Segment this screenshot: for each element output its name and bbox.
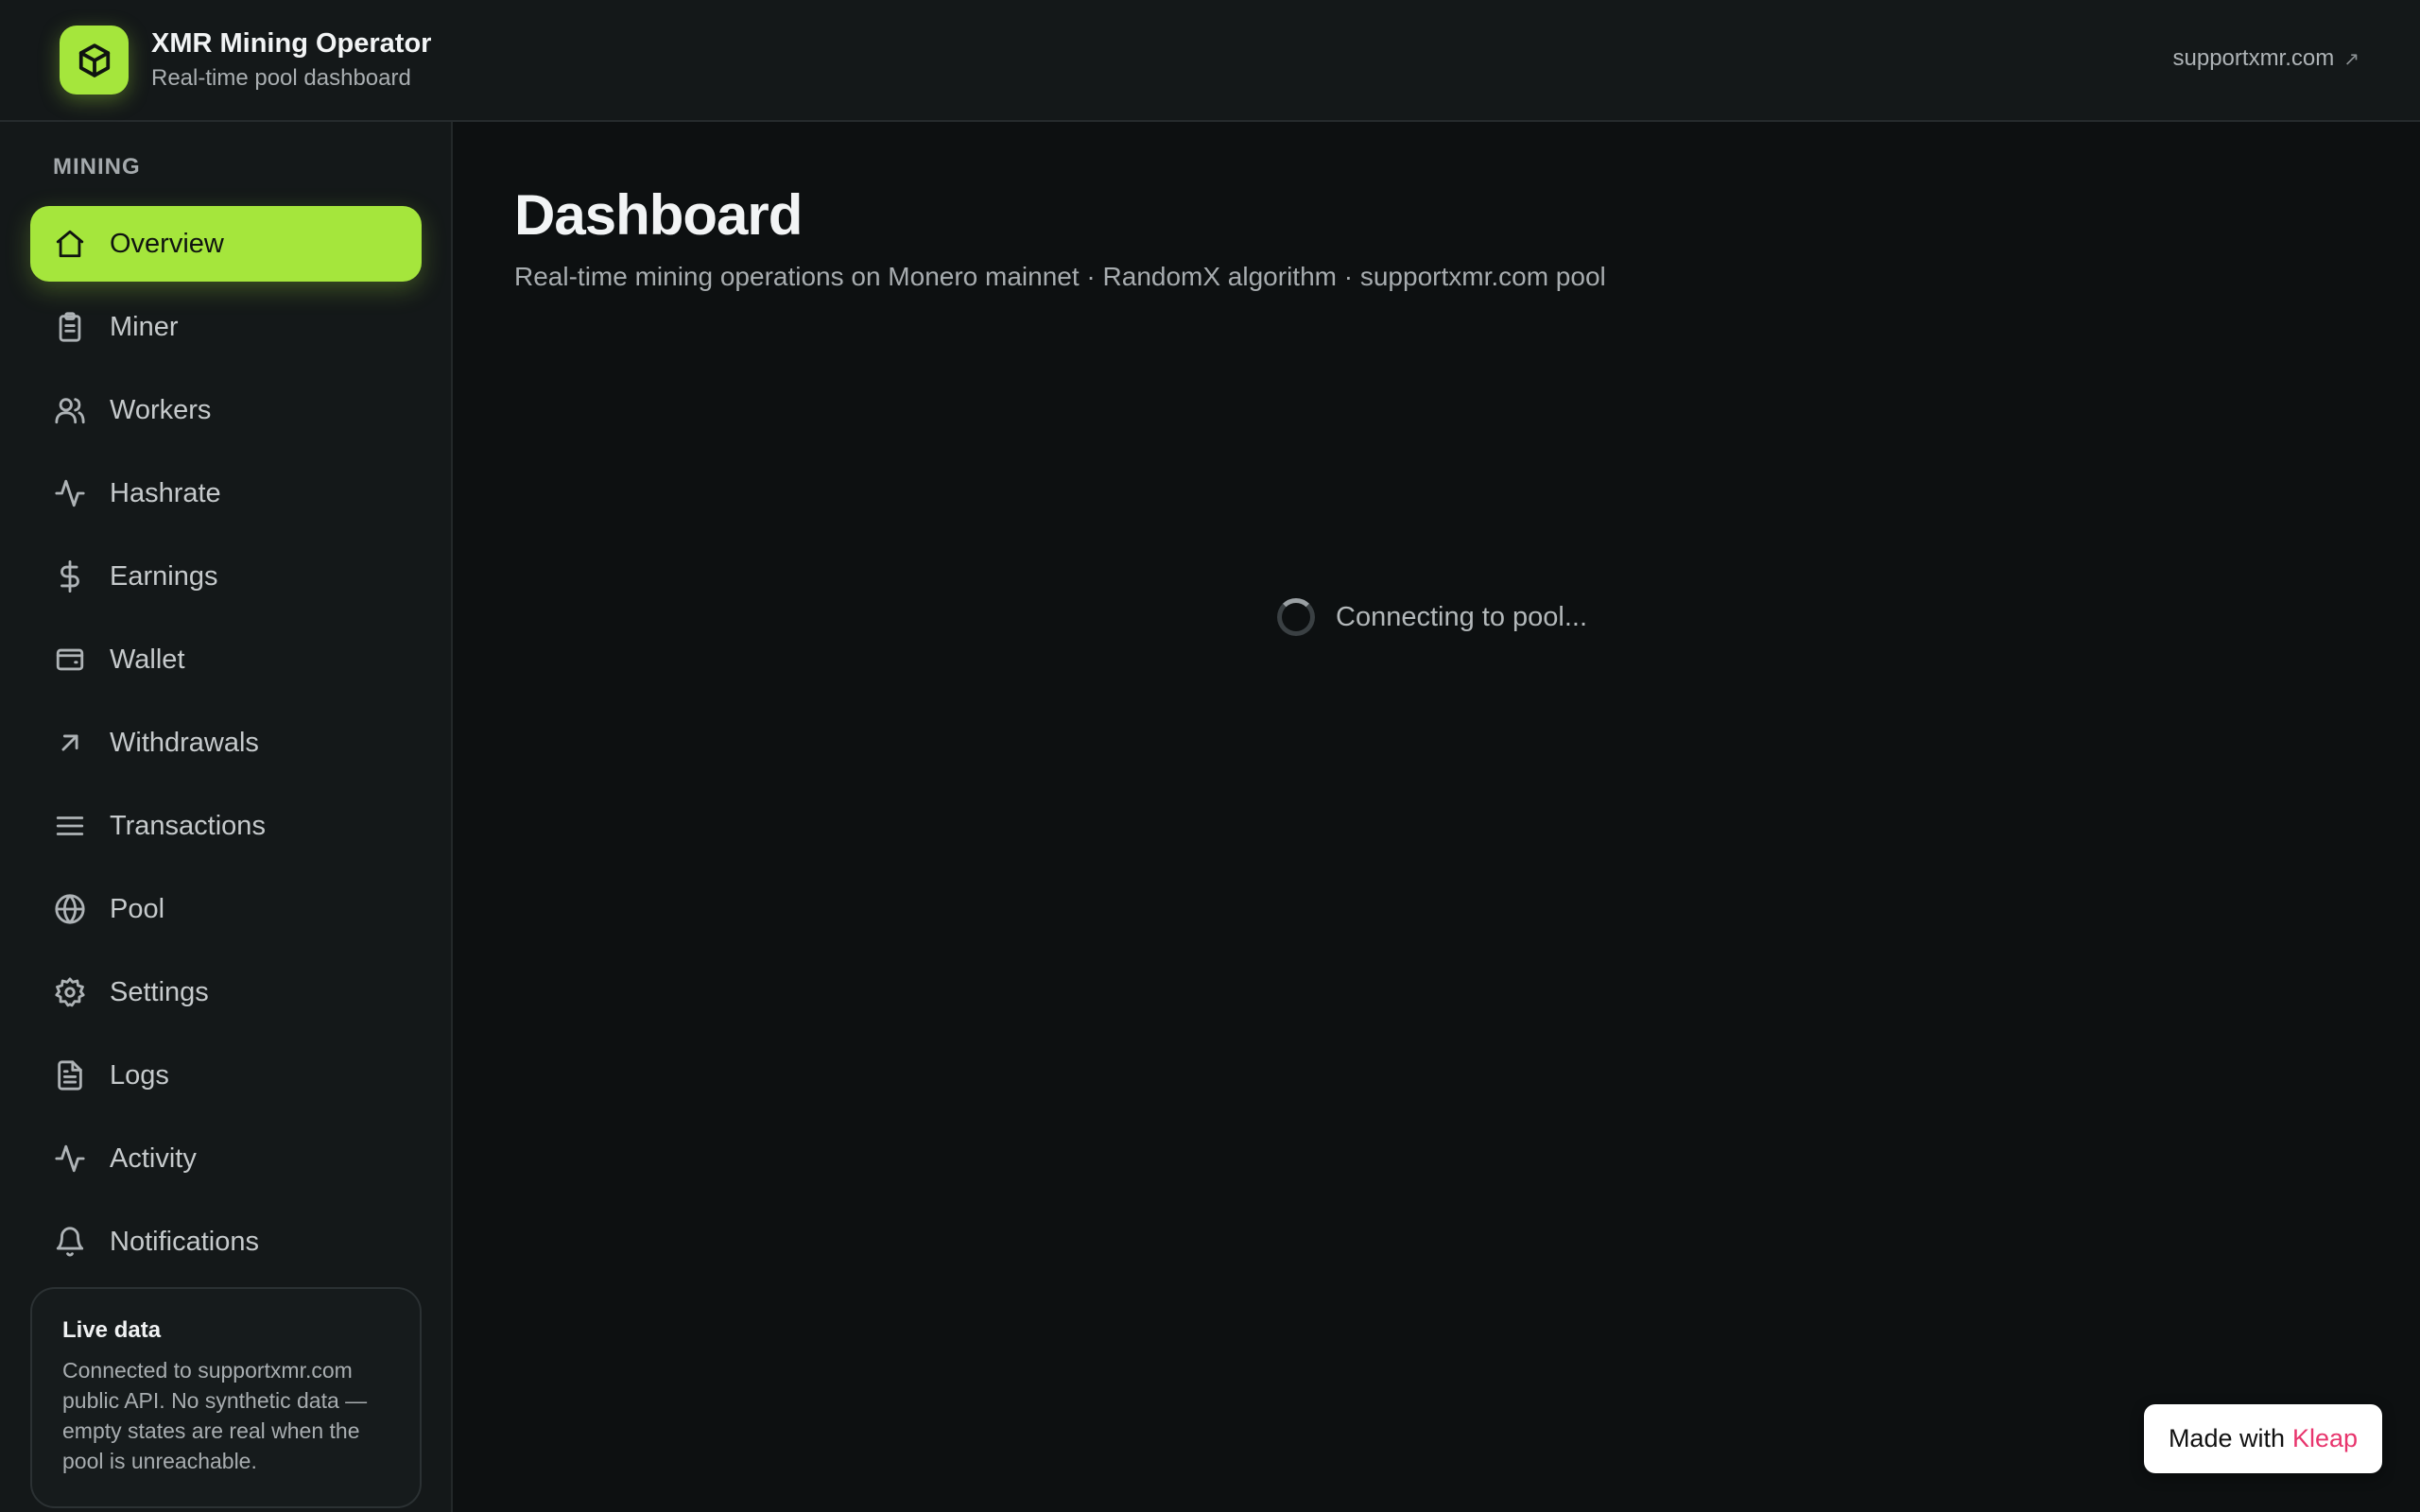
sidebar-item-pool[interactable]: Pool: [30, 871, 422, 947]
sidebar-item-activity[interactable]: Activity: [30, 1121, 422, 1196]
sidebar-item-logs[interactable]: Logs: [30, 1038, 422, 1113]
sidebar-item-overview[interactable]: Overview: [30, 206, 422, 282]
sidebar-item-earnings[interactable]: Earnings: [30, 539, 422, 614]
sidebar: MINING Overview Miner Workers Hashrate E…: [0, 122, 453, 1512]
loading-indicator: Connecting to pool...: [1277, 598, 1587, 636]
activity-icon: [53, 1142, 87, 1176]
sidebar-item-label: Transactions: [110, 810, 266, 841]
sidebar-item-label: Wallet: [110, 644, 185, 675]
wallet-icon: [53, 643, 87, 677]
activity-icon: [53, 476, 87, 510]
sidebar-item-hashrate[interactable]: Hashrate: [30, 455, 422, 531]
home-icon: [53, 227, 87, 261]
top-header: XMR Mining Operator Real-time pool dashb…: [0, 0, 2420, 122]
sidebar-item-label: Settings: [110, 976, 209, 1007]
sidebar-item-transactions[interactable]: Transactions: [30, 788, 422, 864]
cube-icon: [78, 43, 110, 77]
app-title: XMR Mining Operator: [151, 28, 432, 59]
sidebar-item-label: Hashrate: [110, 477, 221, 508]
made-with-kleap-badge[interactable]: Made with Kleap: [2144, 1404, 2382, 1473]
sidebar-nav: Overview Miner Workers Hashrate Earnings: [30, 206, 422, 1287]
users-icon: [53, 393, 87, 427]
live-data-card: Live data Connected to supportxmr.com pu…: [30, 1287, 422, 1508]
loading-text: Connecting to pool...: [1336, 601, 1588, 632]
sidebar-item-label: Logs: [110, 1059, 169, 1091]
bell-icon: [53, 1225, 87, 1259]
sidebar-item-label: Notifications: [110, 1226, 259, 1257]
sidebar-item-settings[interactable]: Settings: [30, 954, 422, 1030]
list-icon: [53, 809, 87, 843]
sidebar-item-label: Activity: [110, 1143, 197, 1174]
sidebar-item-label: Earnings: [110, 560, 218, 592]
sidebar-item-label: Pool: [110, 893, 165, 924]
sidebar-item-notifications[interactable]: Notifications: [30, 1204, 422, 1280]
spinner-icon: [1277, 598, 1315, 636]
pool-link-label: supportxmr.com: [2172, 45, 2335, 71]
live-data-title: Live data: [62, 1317, 162, 1343]
external-link-icon: ↗: [2343, 48, 2360, 70]
badge-brand: Kleap: [2292, 1424, 2359, 1452]
live-data-description: Connected to supportxmr.com public API. …: [62, 1358, 368, 1473]
file-text-icon: [53, 1058, 87, 1092]
clipboard-icon: [53, 310, 87, 344]
app-subtitle: Real-time pool dashboard: [151, 65, 411, 91]
sidebar-item-miner[interactable]: Miner: [30, 289, 422, 365]
sidebar-item-label: Miner: [110, 311, 179, 342]
sidebar-item-label: Workers: [110, 394, 212, 425]
globe-icon: [53, 892, 87, 926]
sidebar-section-label: MINING: [53, 154, 141, 180]
sidebar-item-withdrawals[interactable]: Withdrawals: [30, 705, 422, 781]
sidebar-item-wallet[interactable]: Wallet: [30, 622, 422, 697]
badge-prefix: Made with: [2168, 1424, 2285, 1452]
sidebar-item-workers[interactable]: Workers: [30, 372, 422, 448]
page-subtitle: Real-time mining operations on Monero ma…: [514, 262, 1606, 291]
gear-icon: [53, 975, 87, 1009]
dollar-icon: [53, 559, 87, 593]
app-logo[interactable]: [60, 26, 129, 94]
pool-external-link[interactable]: supportxmr.com ↗: [2173, 45, 2360, 72]
page-title: Dashboard: [514, 183, 803, 247]
sidebar-item-label: Withdrawals: [110, 727, 259, 758]
main-content: Dashboard Real-time mining operations on…: [455, 122, 2420, 1512]
sidebar-item-label: Overview: [110, 228, 224, 259]
arrow-up-right-icon: [53, 726, 87, 760]
